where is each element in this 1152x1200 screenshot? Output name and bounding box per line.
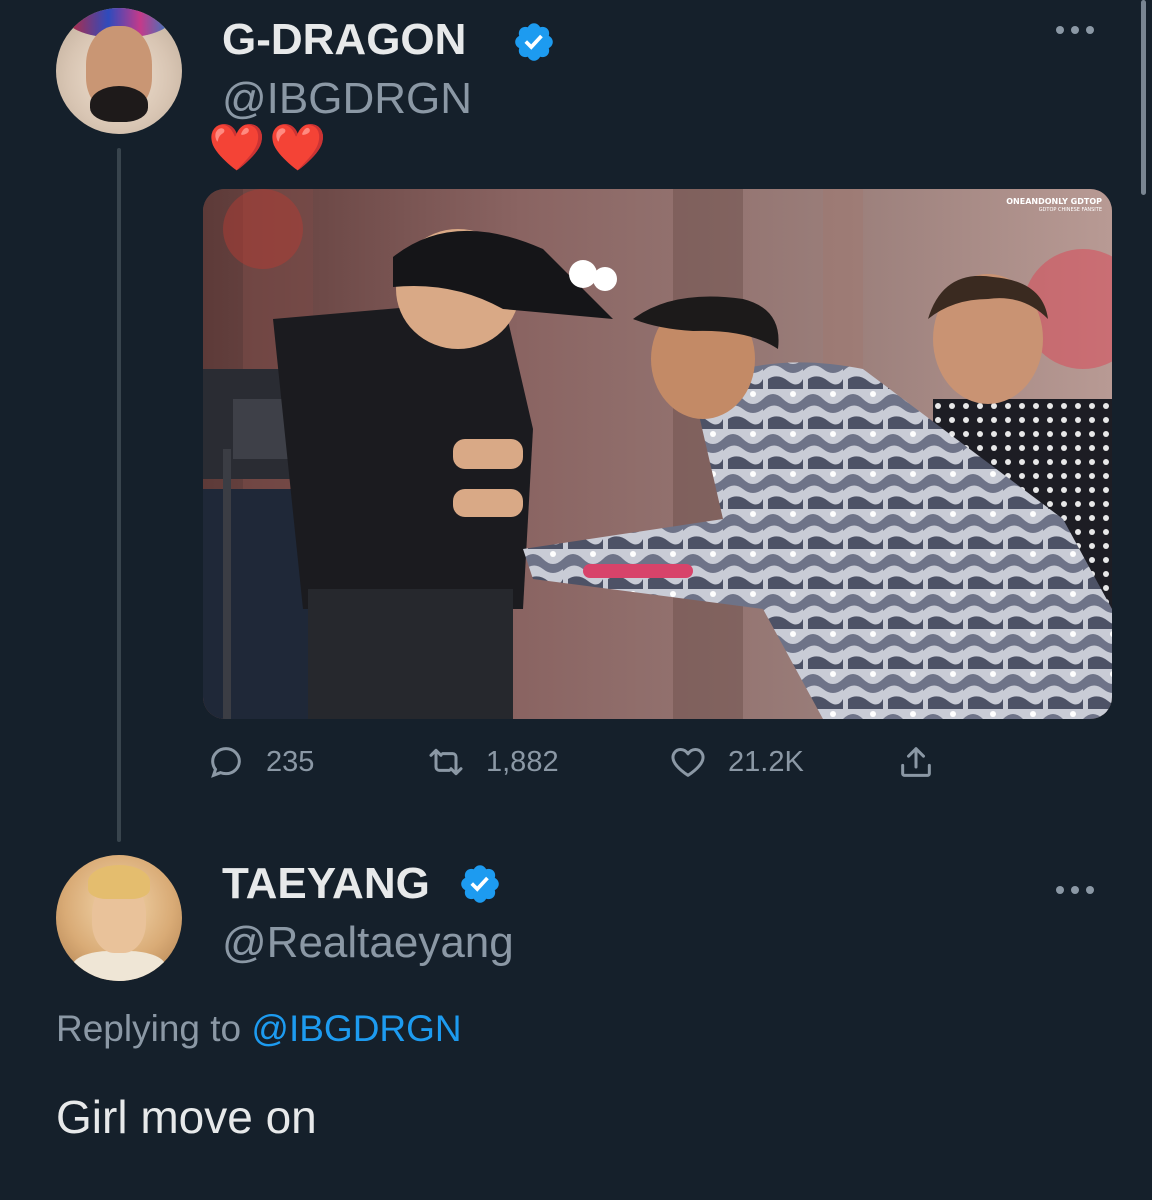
retweet-count: 1,882 <box>486 745 559 778</box>
more-horizontal-icon[interactable] <box>1056 24 1096 36</box>
more-horizontal-icon[interactable] <box>1056 884 1096 896</box>
avatar[interactable] <box>56 855 182 981</box>
retweet-icon <box>429 748 463 776</box>
verified-badge-icon <box>461 865 499 903</box>
reply-text: Girl move on <box>56 1091 317 1143</box>
photo-illustration <box>203 189 1112 719</box>
reply-button[interactable]: 235 <box>206 740 314 784</box>
tweet-text: ❤️❤️ <box>208 121 331 173</box>
reply-bubble-icon <box>211 747 241 778</box>
verified-badge-icon <box>515 23 553 61</box>
replying-to-mention-link[interactable]: @IBGDRGN <box>251 1008 461 1049</box>
author-display-name[interactable]: G-DRAGON <box>222 18 466 62</box>
reply-author-display-name[interactable]: TAEYANG <box>222 862 430 906</box>
tweet-actions-bar: 235 1,882 21.2K <box>206 740 966 784</box>
like-count: 21.2K <box>728 745 804 778</box>
heart-icon <box>671 748 705 777</box>
media-watermark: ONEANDONLY GDTOP GDTOP CHINESE FANSITE <box>1006 197 1102 213</box>
share-upload-icon <box>901 747 931 777</box>
retweet-button[interactable]: 1,882 <box>426 740 559 784</box>
reply-author-handle[interactable]: @Realtaeyang <box>222 921 514 965</box>
avatar[interactable] <box>56 8 182 134</box>
replying-to-label: Replying to <box>56 1008 242 1049</box>
replying-to-line: Replying to @IBGDRGN <box>56 1008 462 1050</box>
like-button[interactable]: 21.2K <box>668 740 804 784</box>
share-button[interactable] <box>896 740 936 784</box>
scrollbar[interactable] <box>1141 0 1146 195</box>
tweet-media-photo[interactable]: ONEANDONLY GDTOP GDTOP CHINESE FANSITE <box>203 189 1112 719</box>
reply-count: 235 <box>266 745 315 778</box>
thread-connector-line <box>117 148 121 842</box>
author-handle[interactable]: @IBGDRGN <box>222 77 472 121</box>
